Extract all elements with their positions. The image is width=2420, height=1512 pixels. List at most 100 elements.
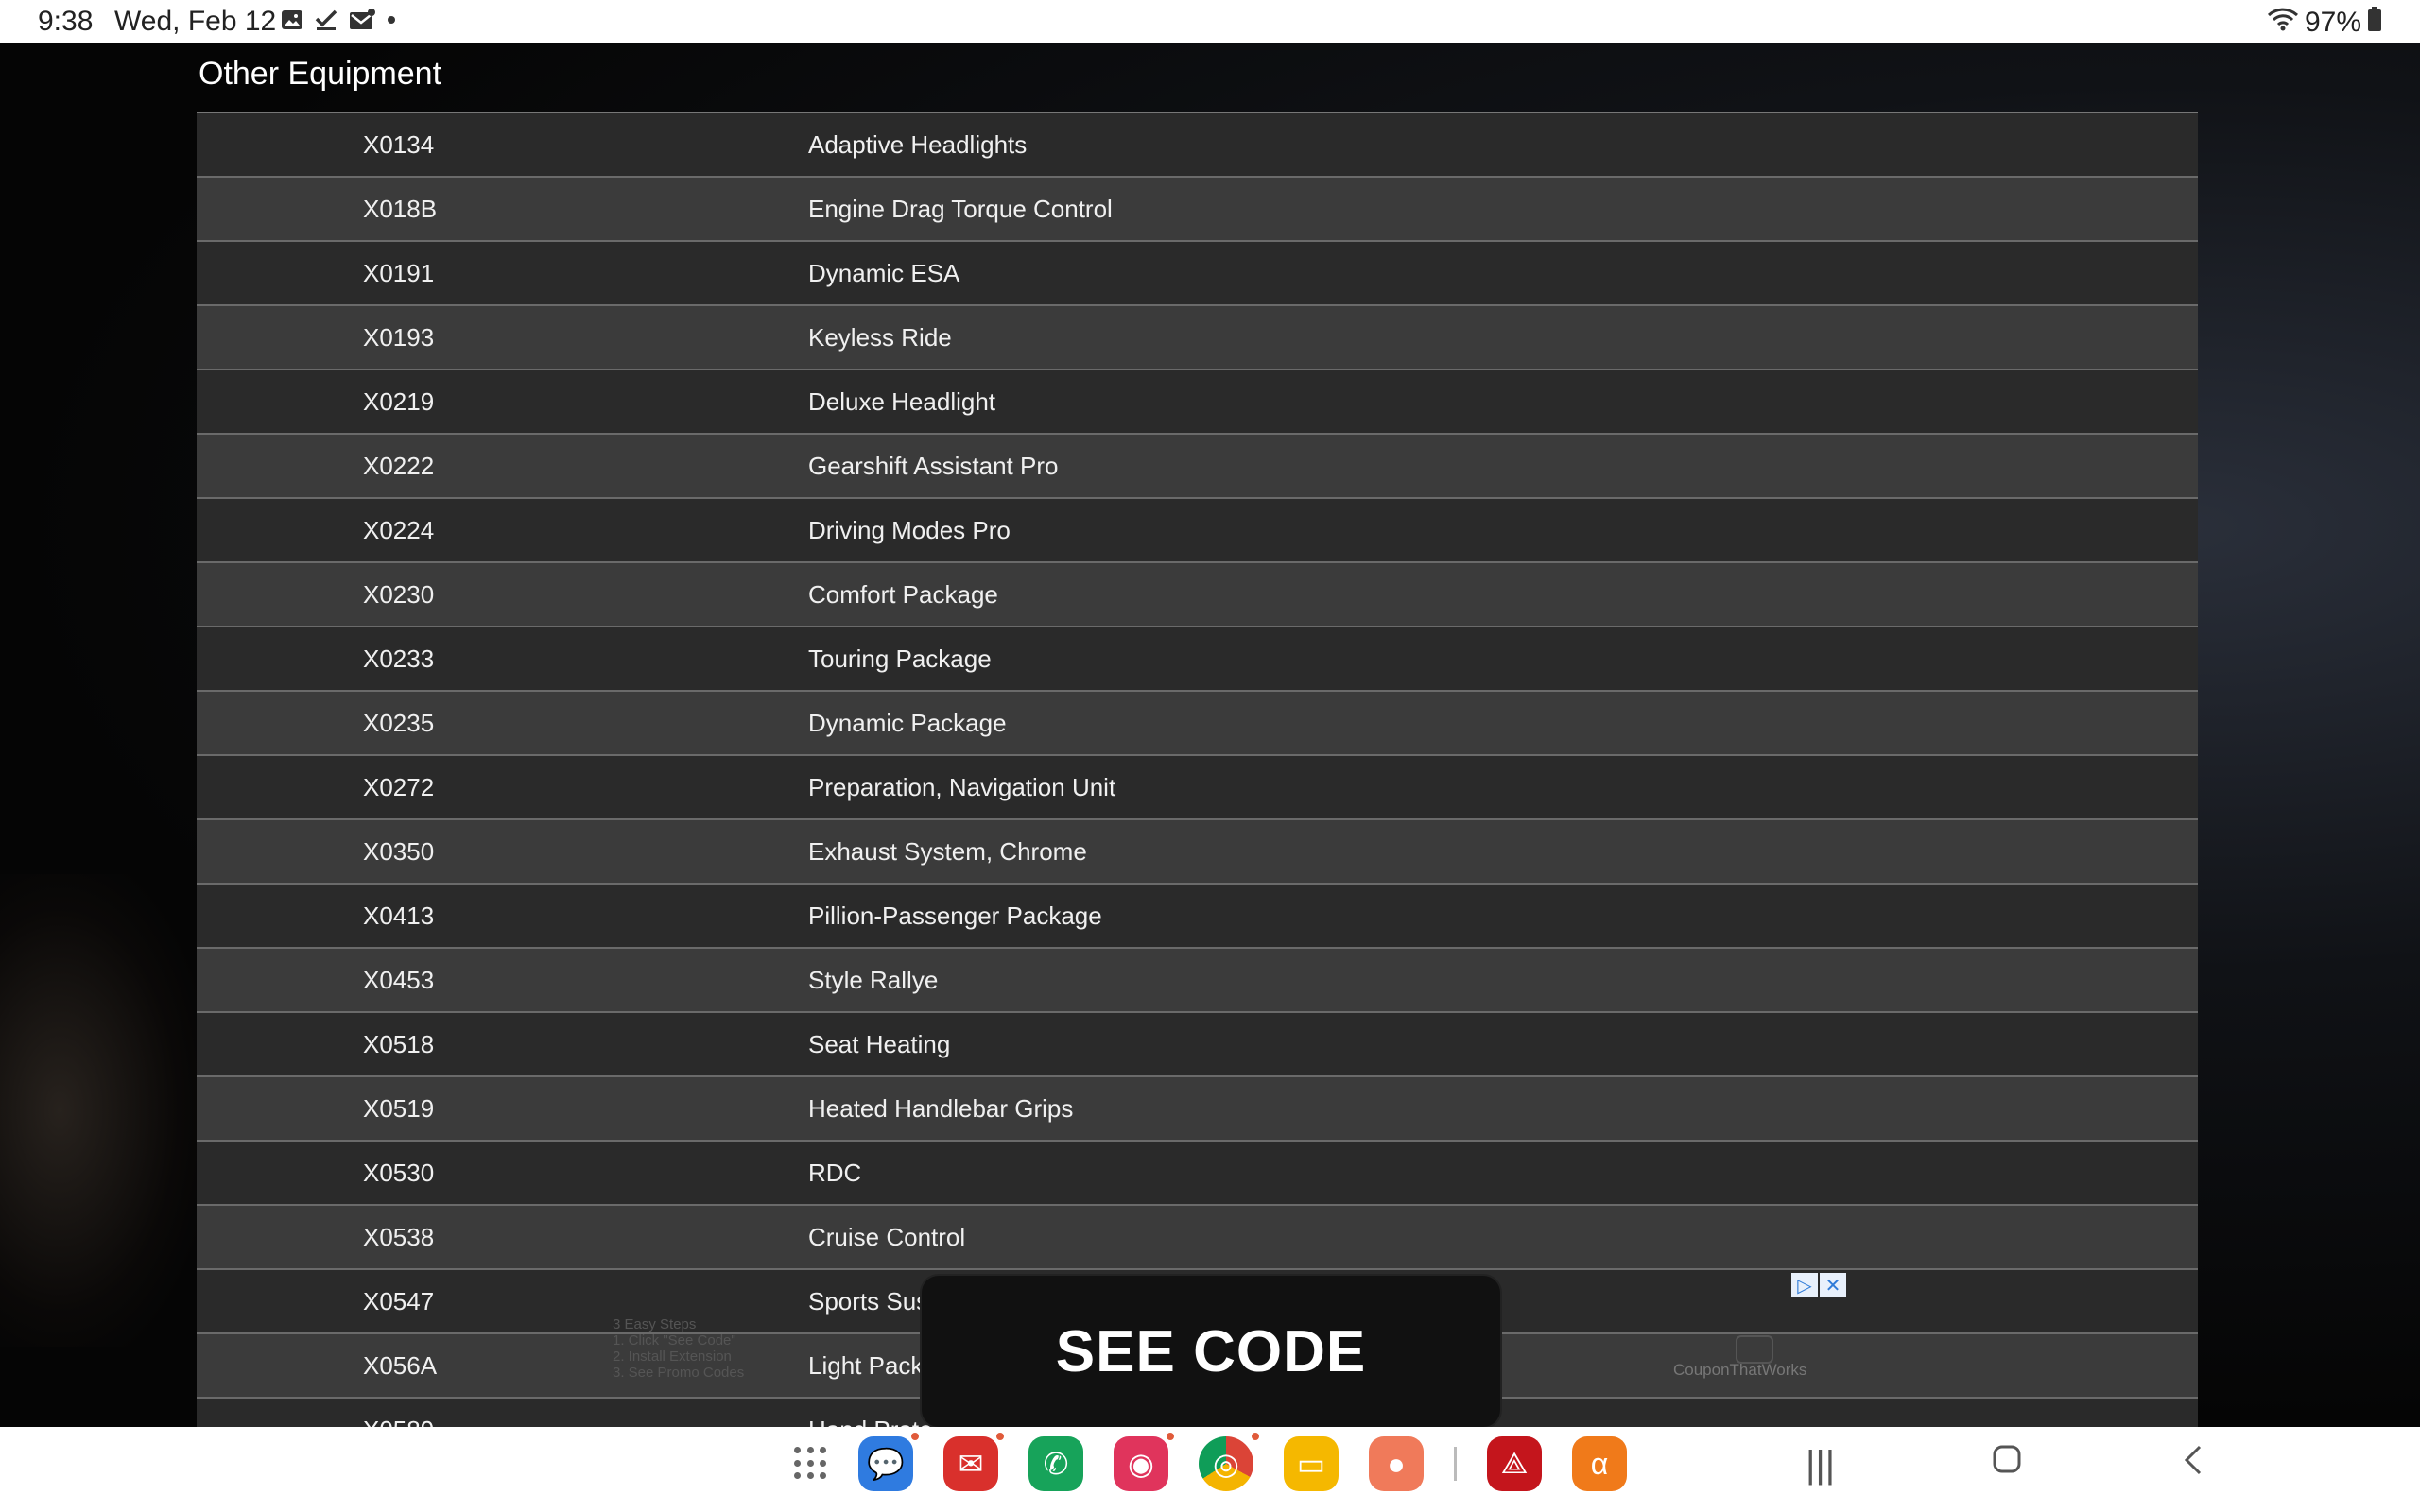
back-icon[interactable]	[2182, 1444, 2204, 1476]
equipment-name: Dynamic ESA	[808, 258, 960, 287]
equipment-code: X0233	[363, 644, 435, 673]
equipment-code: X0518	[363, 1029, 435, 1058]
equipment-code: X0230	[363, 579, 435, 609]
equipment-code: X0224	[363, 515, 435, 544]
mail-icon	[348, 8, 376, 37]
equipment-name: Light Package	[808, 1350, 964, 1380]
status-time: 9:38	[38, 6, 94, 37]
equipment-name: Dynamic Package	[808, 708, 1007, 737]
gallery-icon	[280, 8, 304, 37]
equipment-name: Touring Package	[808, 644, 992, 673]
ad-step: 1. Click "See Code"	[613, 1332, 736, 1349]
ad-close-icon[interactable]: ✕	[1820, 1273, 1846, 1297]
equipment-name: Comfort Package	[808, 579, 998, 609]
acrobat-icon[interactable]: ⟁	[1487, 1436, 1542, 1491]
equipment-name: Seat Heating	[808, 1029, 951, 1058]
ad-step: 2. Install Extension	[613, 1349, 732, 1365]
equipment-code: X0413	[363, 901, 435, 930]
equipment-code: X0191	[363, 258, 435, 287]
table-row: X0453 Style Rallye	[197, 949, 2198, 1013]
ad-steps: 3 Easy Steps 1. Click "See Code" 2. Inst…	[613, 1316, 744, 1381]
equipment-name: Adaptive Headlights	[808, 129, 1028, 159]
ad-brand: CouponThatWorks	[1673, 1361, 1807, 1379]
chrome-icon[interactable]: ◎	[1199, 1433, 1259, 1491]
web-viewport[interactable]: Other Equipment X0134 Adaptive Headlights…	[0, 43, 2420, 1427]
table-row: X0235 Dynamic Package	[197, 692, 2198, 756]
app-drawer-icon[interactable]	[794, 1447, 828, 1481]
checkmark-icon	[314, 8, 338, 37]
email-icon[interactable]: ✉	[943, 1433, 1004, 1491]
table-row: X0530 RDC	[197, 1142, 2198, 1206]
equipment-code: X0193	[363, 322, 435, 352]
equipment-name: Engine Drag Torque Control	[808, 194, 1113, 223]
equipment-code: X0350	[363, 836, 435, 866]
equipment-name: Gearshift Assistant Pro	[808, 451, 1059, 480]
ad-see-code-button[interactable]: SEE CODE	[922, 1276, 1500, 1427]
equipment-name: Keyless Ride	[808, 322, 952, 352]
battery-level: 97%	[2304, 7, 2361, 38]
table-row: X0219 Deluxe Headlight	[197, 370, 2198, 435]
recent-apps-icon[interactable]: |||	[1806, 1444, 1835, 1486]
notification-icons	[280, 8, 397, 37]
dock-divider	[1454, 1447, 1457, 1481]
alpha-icon[interactable]: α	[1572, 1436, 1627, 1491]
equipment-table: X0134 Adaptive Headlights X018B Engine Drag…	[197, 112, 2198, 1427]
equipment-code: X0134	[363, 129, 435, 159]
table-row: X0134 Adaptive Headlights	[197, 113, 2198, 178]
equipment-name: Deluxe Headlight	[808, 387, 996, 416]
equipment-code: X018B	[363, 194, 438, 223]
equipment-name: Pillion-Passenger Package	[808, 901, 1102, 930]
equipment-code: X0453	[363, 965, 435, 994]
ad-brand-logo-icon	[1736, 1335, 1773, 1364]
equipment-name: RDC	[808, 1158, 862, 1187]
background-image	[0, 874, 199, 1347]
messages-icon[interactable]: 💬	[858, 1433, 919, 1491]
equipment-name: Preparation, Navigation Unit	[808, 772, 1116, 801]
table-row: X0413 Pillion-Passenger Package	[197, 885, 2198, 949]
camera-icon[interactable]: ◉	[1114, 1433, 1174, 1491]
wifi-icon	[2267, 7, 2299, 39]
table-row: X0233 Touring Package	[197, 627, 2198, 692]
equipment-code: X0547	[363, 1286, 435, 1315]
equipment-name: Cruise Control	[808, 1222, 966, 1251]
navigation-bar: 💬 ✉ ✆ ◉ ◎ ▭ ● ⟁ α |||	[0, 1427, 2420, 1512]
table-row: X0224 Driving Modes Pro	[197, 499, 2198, 563]
equipment-code: X056A	[363, 1350, 438, 1380]
equipment-code: X0222	[363, 451, 435, 480]
equipment-name: Heated Handlebar Grips	[808, 1093, 1074, 1123]
status-date: Wed, Feb 12	[114, 6, 277, 37]
equipment-name: Sports Suspension	[808, 1286, 1015, 1315]
equipment-name: Exhaust System, Chrome	[808, 836, 1087, 866]
equipment-code: X0272	[363, 772, 435, 801]
adchoices-icon[interactable]: ▷	[1791, 1273, 1818, 1297]
battery-icon	[2367, 6, 2382, 40]
ad-step: 3 Easy Steps	[613, 1316, 697, 1332]
equipment-name: Driving Modes Pro	[808, 515, 1011, 544]
table-row: X0191 Dynamic ESA	[197, 242, 2198, 306]
home-icon[interactable]	[1992, 1444, 2022, 1474]
ad-controls: ▷ ✕	[1791, 1273, 1846, 1297]
status-right: 97%	[2267, 6, 2382, 40]
equipment-code: X0538	[363, 1222, 435, 1251]
table-row: X0272 Preparation, Navigation Unit	[197, 756, 2198, 820]
table-row: X0519 Heated Handlebar Grips	[197, 1077, 2198, 1142]
ad-step: 3. See Promo Codes	[613, 1365, 745, 1381]
section-title: Other Equipment	[199, 56, 442, 92]
app-dock: 💬 ✉ ✆ ◉ ◎ ▭ ● ⟁ α	[794, 1433, 1627, 1491]
table-row: X018B Engine Drag Torque Control	[197, 178, 2198, 242]
equipment-code: X0519	[363, 1093, 435, 1123]
ad-cta-label: SEE CODE	[1055, 1318, 1367, 1384]
equipment-code: X0589	[197, 1416, 613, 1428]
equipment-name: Style Rallye	[808, 965, 939, 994]
equipment-code: X0530	[363, 1158, 435, 1187]
table-row: X0538 Cruise Control	[197, 1206, 2198, 1270]
equipment-code: X0235	[363, 708, 435, 737]
contacts-icon[interactable]: ●	[1369, 1436, 1424, 1491]
table-row: X0222 Gearshift Assistant Pro	[197, 435, 2198, 499]
equipment-name: Hand Protector	[613, 1416, 2394, 1428]
files-icon[interactable]: ▭	[1284, 1436, 1339, 1491]
table-row: X0230 Comfort Package	[197, 563, 2198, 627]
table-row: X0518 Seat Heating	[197, 1013, 2198, 1077]
phone-icon[interactable]: ✆	[1028, 1436, 1083, 1491]
table-row: X0350 Exhaust System, Chrome	[197, 820, 2198, 885]
